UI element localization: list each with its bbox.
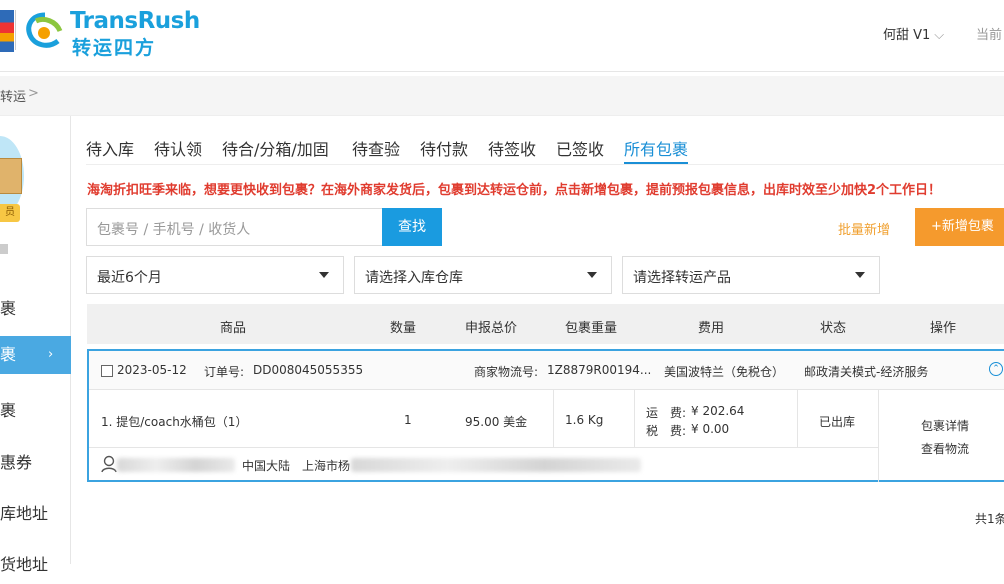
- active-tab-indicator: [624, 162, 688, 164]
- order-header-row: 2023-05-12 订单号: DD008045055355 商家物流号: 1Z…: [89, 351, 1004, 390]
- order-checkbox[interactable]: [101, 365, 113, 377]
- period-value: 最近6个月: [97, 270, 162, 286]
- sidebar-item-label: 裹: [0, 401, 17, 420]
- divider: [634, 390, 635, 447]
- redacted-address: [351, 458, 641, 472]
- sidebar-item-shipping-address[interactable]: 货地址: [0, 546, 71, 584]
- chevron-right-icon: ›: [48, 347, 54, 362]
- tab-pending-inspection[interactable]: 待查验: [352, 136, 400, 160]
- caret-down-icon: [319, 272, 329, 278]
- tab-pending-claim[interactable]: 待认领: [154, 136, 202, 160]
- package-detail-link[interactable]: 包裹详情: [921, 417, 969, 434]
- sidebar-item-coupons[interactable]: 惠券: [0, 444, 71, 482]
- divider: [797, 390, 798, 447]
- col-qty: 数量: [390, 321, 417, 336]
- transrush-logo-icon[interactable]: [22, 11, 68, 53]
- order-date: 2023-05-12: [117, 363, 187, 377]
- sidebar-item-1[interactable]: 裹: [0, 290, 71, 328]
- order-actions: 包裹详情 查看物流: [878, 390, 1004, 482]
- tab-all-packages[interactable]: 所有包裹: [624, 136, 688, 160]
- tax-value: ¥ 0.00: [691, 422, 730, 436]
- item-name: 1. 提包/coach水桶包（1）: [101, 415, 248, 429]
- service-mode: 邮政清关模式-经济服务: [804, 365, 929, 379]
- user-menu[interactable]: 何甜 V1 ⌵: [883, 24, 944, 43]
- col-declared: 申报总价: [465, 321, 518, 336]
- status-badge: 已出库: [819, 415, 856, 429]
- order-no: DD008045055355: [253, 363, 364, 377]
- col-goods: 商品: [220, 321, 247, 336]
- tracking-label: 商家物流号:: [474, 365, 539, 379]
- sidebar-item-label: 库地址: [0, 504, 49, 523]
- col-weight: 包裹重量: [565, 321, 618, 336]
- package-icon: [0, 158, 22, 194]
- tab-pending-receipt[interactable]: 待签收: [488, 136, 536, 160]
- tax-label: 税 费:: [646, 424, 687, 438]
- breadcrumb-item[interactable]: 转运: [0, 86, 26, 105]
- caret-down-icon: [855, 272, 865, 278]
- item-declared: 95.00 美金: [465, 415, 528, 429]
- col-status: 状态: [820, 321, 847, 336]
- item-qty: 1: [404, 413, 412, 427]
- sidebar-item-label: 裹: [0, 345, 17, 364]
- sidebar-item-label: 惠券: [0, 453, 33, 472]
- search-button[interactable]: 查找: [382, 208, 442, 246]
- logo-divider: [15, 10, 16, 50]
- pagination-total: 共1条: [975, 512, 1004, 526]
- user-name: 何甜 V1: [883, 28, 931, 43]
- table-header: 商品 数量 申报总价 包裹重量 费用 状态 操作: [87, 304, 1004, 344]
- sidebar-item-3[interactable]: 裹: [0, 392, 71, 430]
- add-package-button[interactable]: +新增包裹: [915, 208, 1004, 246]
- package-weight: 1.6 Kg: [565, 413, 604, 427]
- search-input[interactable]: 包裹号 / 手机号 / 收货人: [86, 208, 383, 246]
- freight-label: 运 费:: [646, 406, 687, 420]
- promo-notice: 海淘折扣旺季来临，想要更快收到包裹？在海外商家发货后，包裹到达转运仓前，点击新增…: [87, 183, 942, 198]
- col-actions: 操作: [930, 321, 957, 336]
- caret-down-icon: [587, 272, 597, 278]
- current-label: 当前: [976, 28, 1003, 43]
- breadcrumb: 转运 >: [0, 76, 1004, 116]
- tracking-no: 1Z8879R00194...: [547, 363, 652, 377]
- chevron-right-icon: >: [28, 86, 39, 101]
- warehouse-value: 请选择入库仓库: [365, 270, 463, 286]
- col-fees: 费用: [698, 321, 725, 336]
- tab-pending-inbound[interactable]: 待入库: [86, 136, 134, 160]
- warehouse-select[interactable]: 请选择入库仓库: [354, 256, 612, 294]
- redacted-username: [0, 244, 8, 254]
- product-select[interactable]: 请选择转运产品: [622, 256, 880, 294]
- divider: [553, 390, 554, 447]
- period-select[interactable]: 最近6个月: [86, 256, 344, 294]
- user-icon: [101, 455, 117, 473]
- sidebar-item-warehouse-address[interactable]: 库地址: [0, 495, 71, 533]
- collapse-up-icon[interactable]: ⌃: [989, 362, 1003, 376]
- brand-name-en[interactable]: TransRush: [70, 8, 200, 34]
- member-badge: 员: [0, 204, 20, 222]
- freight-value: ¥ 202.64: [691, 404, 745, 418]
- tab-received[interactable]: 已签收: [556, 136, 604, 160]
- sidebar-item-label: 货地址: [0, 555, 49, 574]
- tabs-divider: [86, 164, 1004, 165]
- order-no-label: 订单号:: [204, 365, 245, 379]
- sidebar-item-label: 裹: [0, 299, 17, 318]
- warehouse-name: 美国波特兰（免税仓）: [664, 365, 785, 379]
- address-row: 中国大陆 上海市杨: [89, 447, 878, 480]
- order-card: 2023-05-12 订单号: DD008045055355 商家物流号: 1Z…: [87, 349, 1004, 482]
- chevron-down-icon: ⌵: [934, 28, 945, 43]
- address-city: 上海市杨: [302, 459, 351, 473]
- tab-pending-merge[interactable]: 待合/分箱/加固: [222, 136, 329, 160]
- track-shipment-link[interactable]: 查看物流: [921, 440, 969, 457]
- address-country: 中国大陆: [242, 459, 291, 473]
- batch-add-link[interactable]: 批量新增: [838, 219, 890, 238]
- sidebar: 员 裹 裹 › 裹 惠券 库地址 货地址: [0, 116, 71, 574]
- brand-name-cn[interactable]: 转运四方: [72, 33, 156, 60]
- tab-pending-payment[interactable]: 待付款: [420, 136, 468, 160]
- redacted-recipient: [117, 458, 235, 472]
- sidebar-item-packages[interactable]: 裹 ›: [0, 336, 71, 374]
- top-header: TransRush 转运四方 何甜 V1 ⌵ 当前: [0, 0, 1004, 72]
- partner-logo: [0, 10, 14, 52]
- product-value: 请选择转运产品: [633, 270, 731, 286]
